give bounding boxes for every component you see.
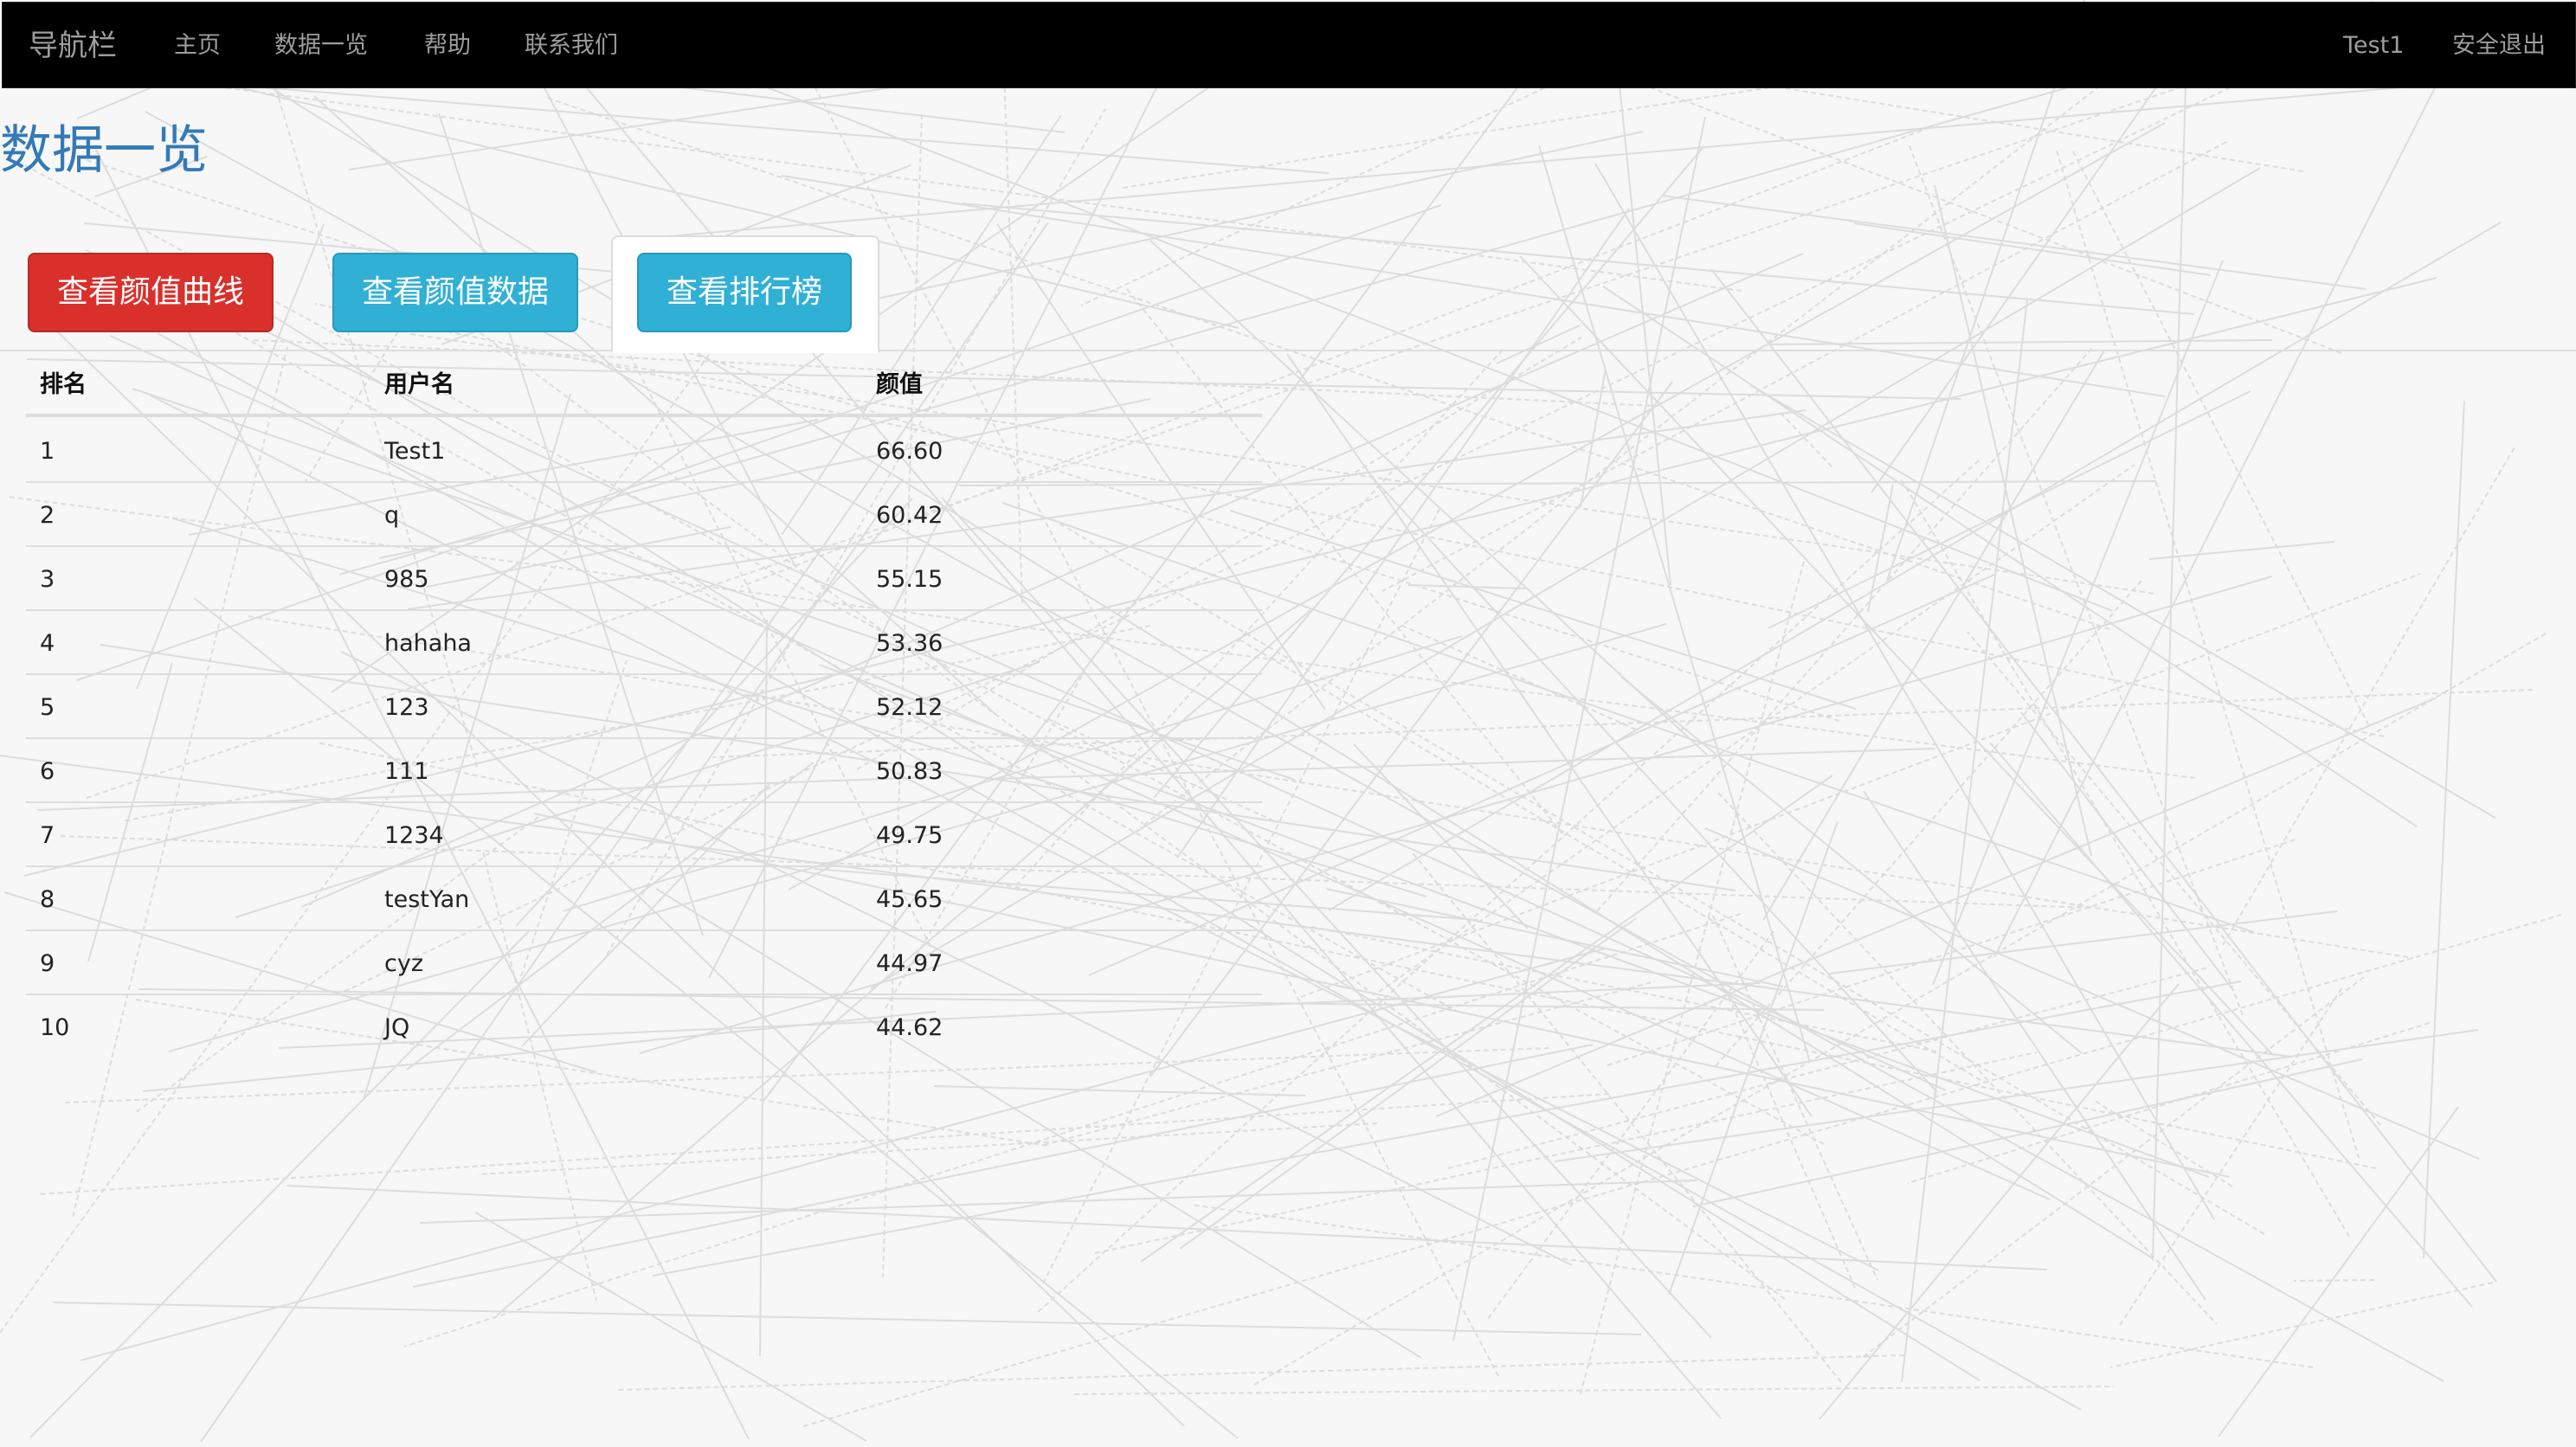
score-cell: 53.36 [876,630,943,657]
nav-link-contact[interactable]: 联系我们 [525,3,618,89]
page-title: 数据一览 [0,120,208,181]
score-cell: 60.42 [876,502,943,529]
tabs-divider [0,350,2576,351]
rank-cell: 2 [40,502,55,529]
nav-link-home[interactable]: 主页 [174,3,221,89]
username-cell: Test1 [384,438,446,465]
username-cell: 1234 [384,822,444,849]
table-row-divider [26,994,1262,995]
score-cell: 44.97 [876,950,943,977]
rank-cell: 9 [40,950,55,977]
score-cell: 50.83 [876,758,943,785]
app-root: 导航栏 主页 数据一览 帮助 联系我们 Test1 安全退出 数据一览 查看颜值… [0,0,2576,1447]
score-cell: 55.15 [876,566,943,593]
rank-cell: 4 [40,630,55,657]
table-row-divider [26,481,1262,483]
username-cell: 111 [384,758,429,785]
rank-cell: 3 [40,566,55,593]
table-row-divider [26,929,1262,931]
table-row-divider [26,545,1262,547]
score-cell: 52.12 [876,694,943,721]
column-header-score: 颜值 [876,371,923,398]
nav-logout[interactable]: 安全退出 [2452,3,2546,89]
rank-cell: 5 [40,694,55,721]
username-cell: cyz [384,950,423,977]
nav-user-name[interactable]: Test1 [2343,3,2404,89]
view-score-curve-button[interactable]: 查看颜值曲线 [28,253,274,332]
score-cell: 45.65 [876,886,943,913]
navbar: 导航栏 主页 数据一览 帮助 联系我们 Test1 安全退出 [2,2,2576,88]
nav-link-data-overview[interactable]: 数据一览 [274,3,368,89]
rank-cell: 1 [40,438,55,465]
column-header-username: 用户名 [384,371,454,398]
score-cell: 66.60 [876,438,943,465]
table-row-divider [26,673,1262,675]
rank-cell: 10 [40,1014,70,1041]
view-score-data-button[interactable]: 查看颜值数据 [332,253,578,332]
username-cell: 123 [384,694,429,721]
username-cell: JQ [384,1014,410,1041]
table-row-divider [26,801,1262,803]
username-cell: testYan [384,886,470,913]
username-cell: q [384,502,400,529]
navbar-brand[interactable]: 导航栏 [29,3,117,89]
table-header-divider [26,414,1262,417]
table-row-divider [26,865,1262,867]
rank-cell: 7 [40,822,55,849]
username-cell: hahaha [384,630,472,657]
rank-cell: 6 [40,758,55,785]
rank-cell: 8 [40,886,55,913]
score-cell: 49.75 [876,822,943,849]
username-cell: 985 [384,566,429,593]
view-ranking-button[interactable]: 查看排行榜 [637,253,852,332]
table-row-divider [26,609,1262,611]
column-header-rank: 排名 [40,371,87,398]
nav-link-help[interactable]: 帮助 [424,3,471,89]
table-row-divider [26,737,1262,739]
score-cell: 44.62 [876,1014,943,1041]
